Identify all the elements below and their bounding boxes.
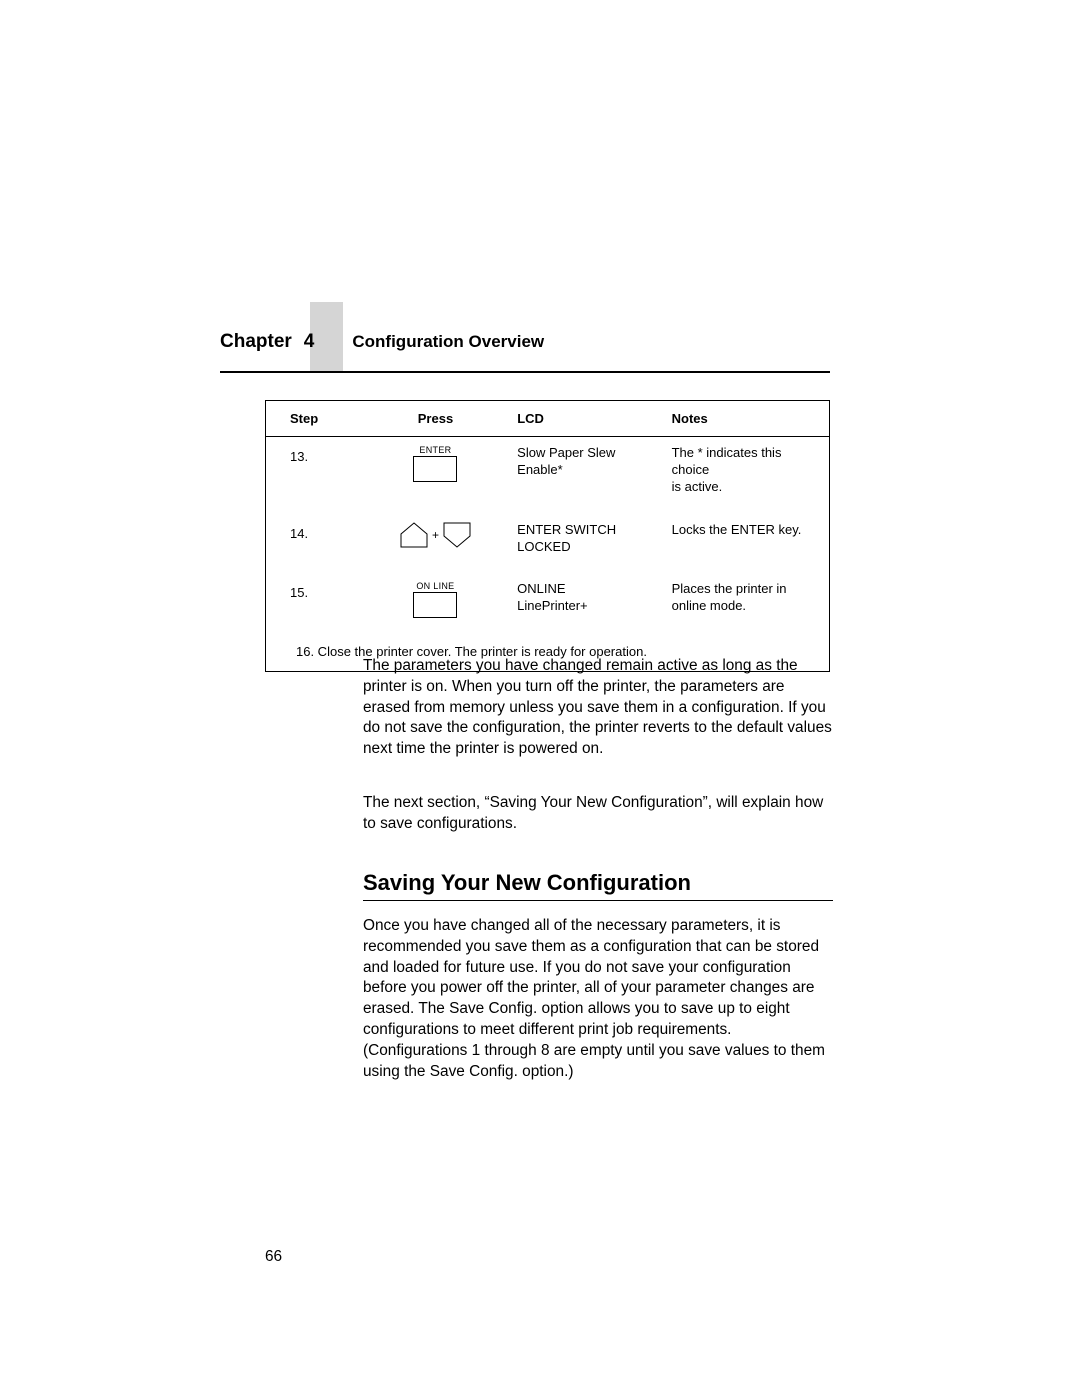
lcd-line-1: ENTER SWITCH bbox=[517, 522, 647, 539]
section-title: Configuration Overview bbox=[352, 332, 544, 352]
key-label: ON LINE bbox=[416, 581, 454, 591]
up-key-icon bbox=[400, 522, 428, 548]
notes-line-2: is active. bbox=[672, 479, 817, 496]
lcd-line-2: LOCKED bbox=[517, 539, 647, 556]
body-paragraph-1: The parameters you have changed remain a… bbox=[363, 656, 833, 760]
chapter-label: Chapter bbox=[220, 331, 292, 353]
table-row: 14. + ENTER SWITCH LOCKED Locks the ENTE… bbox=[266, 514, 829, 574]
notes-cell: The * indicates this choice is active. bbox=[660, 445, 829, 496]
col-header-step: Step bbox=[266, 401, 366, 436]
col-header-notes: Notes bbox=[660, 401, 829, 436]
chapter-header: Chapter 4 Configuration Overview bbox=[220, 331, 830, 353]
notes-cell: Locks the ENTER key. bbox=[660, 522, 829, 556]
subsection-title: Saving Your New Configuration bbox=[363, 870, 833, 896]
step-cell: 15. bbox=[266, 581, 366, 618]
lcd-line-2: LinePrinter+ bbox=[517, 598, 647, 615]
keycap-icon bbox=[413, 592, 457, 618]
table-row: 15. ON LINE ONLINE LinePrinter+ Places t… bbox=[266, 573, 829, 636]
table-header: Step Press LCD Notes bbox=[266, 401, 829, 437]
steps-table: Step Press LCD Notes 13. ENTER Slow Pape… bbox=[265, 400, 830, 672]
lcd-line-1: Slow Paper Slew bbox=[517, 445, 647, 462]
step-cell: 13. bbox=[266, 445, 366, 496]
subsection-heading: Saving Your New Configuration bbox=[363, 870, 833, 901]
lcd-line-1: ONLINE bbox=[517, 581, 647, 598]
col-header-press: Press bbox=[366, 401, 506, 436]
notes-line-2: online mode. bbox=[672, 598, 817, 615]
press-cell: + bbox=[366, 522, 505, 556]
lcd-cell: ONLINE LinePrinter+ bbox=[505, 581, 659, 618]
press-cell: ON LINE bbox=[366, 581, 505, 618]
notes-cell: Places the printer in online mode. bbox=[660, 581, 829, 618]
key-label: ENTER bbox=[419, 445, 451, 455]
page-number: 66 bbox=[265, 1248, 282, 1266]
step-cell: 14. bbox=[266, 522, 366, 556]
key-online: ON LINE bbox=[413, 581, 457, 618]
body-paragraph-3: Once you have changed all of the necessa… bbox=[363, 916, 833, 1082]
lcd-line-2: Enable* bbox=[517, 462, 647, 479]
press-cell: ENTER bbox=[366, 445, 505, 496]
lcd-cell: Slow Paper Slew Enable* bbox=[505, 445, 659, 496]
key-combo: + bbox=[400, 522, 471, 548]
col-header-lcd: LCD bbox=[505, 401, 659, 436]
key-enter: ENTER bbox=[413, 445, 457, 482]
plus-text: + bbox=[432, 528, 439, 542]
keycap-icon bbox=[413, 456, 457, 482]
table-row: 13. ENTER Slow Paper Slew Enable* The * … bbox=[266, 437, 829, 514]
down-key-icon bbox=[443, 522, 471, 548]
header-divider bbox=[220, 371, 830, 373]
page: Chapter 4 Configuration Overview Step Pr… bbox=[0, 0, 1080, 1397]
lcd-cell: ENTER SWITCH LOCKED bbox=[505, 522, 659, 556]
body-paragraph-2: The next section, “Saving Your New Confi… bbox=[363, 793, 833, 835]
chapter-number: 4 bbox=[304, 331, 315, 353]
notes-line-1: Places the printer in bbox=[672, 581, 817, 598]
notes-line-1: The * indicates this choice bbox=[672, 445, 817, 479]
notes-line-1: Locks the ENTER key. bbox=[672, 522, 817, 539]
